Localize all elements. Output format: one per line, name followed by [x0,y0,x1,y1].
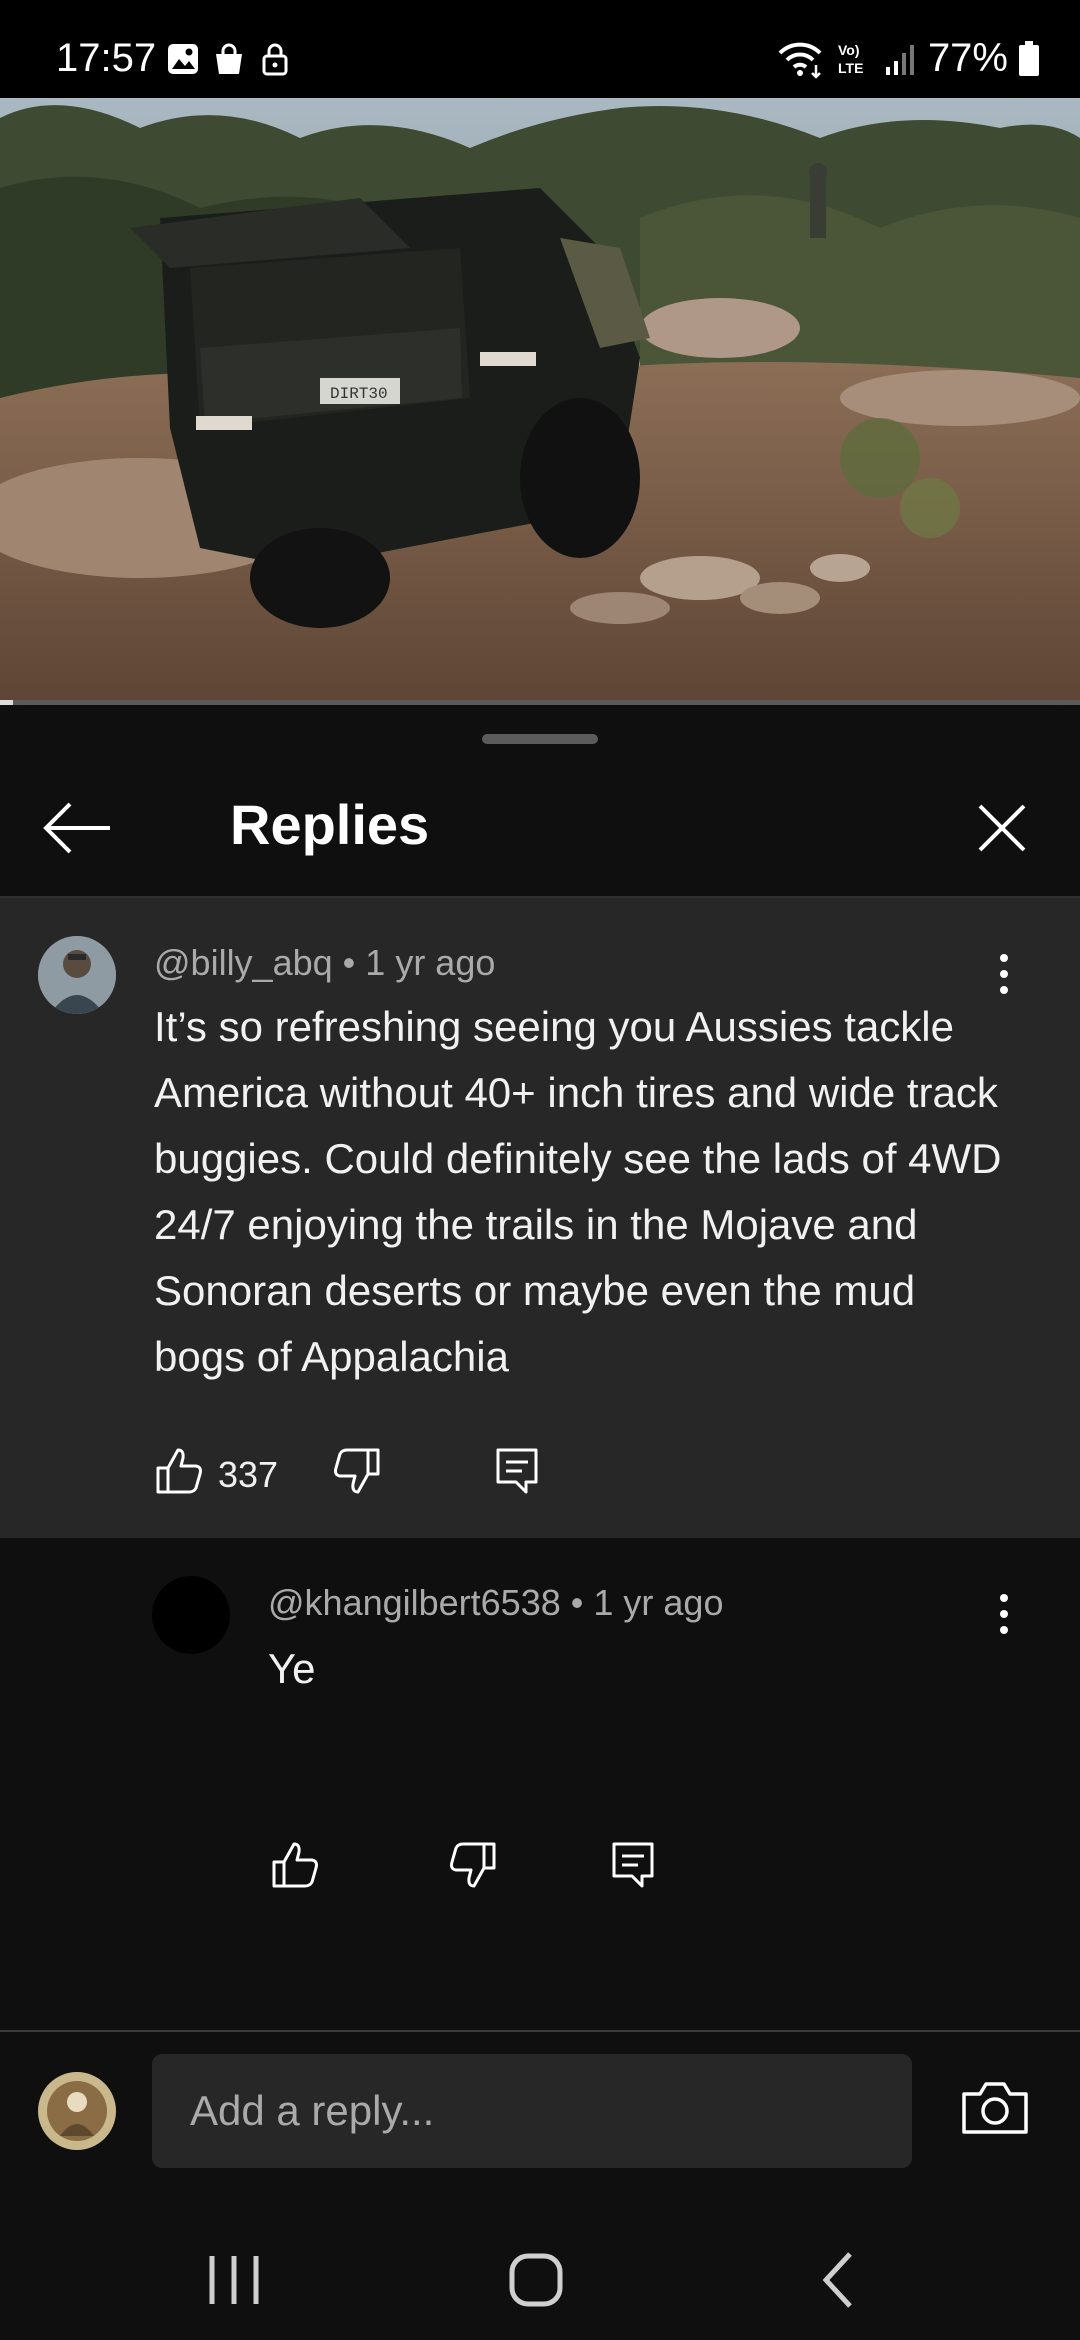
like-count: 337 [218,1454,279,1495]
more-options-icon[interactable] [994,1592,1014,1636]
like-icon[interactable] [152,1444,206,1498]
signal-icon [885,44,914,75]
reply-time: 1 yr ago [593,1582,724,1623]
video-progress-fill [0,700,13,705]
comment-author[interactable]: @billy_abq [154,942,333,983]
svg-text:Vo): Vo) [838,42,860,58]
reply-text: Ye [268,1645,316,1692]
gallery-icon [168,44,198,74]
reply-input[interactable]: Add a reply... [152,2054,912,2168]
reply-icon[interactable] [606,1838,660,1892]
avatar[interactable] [38,936,116,1014]
video-plate-text: DIRT30 [330,385,388,403]
recent-apps-icon[interactable] [174,2220,294,2340]
shopping-bag-icon [216,43,242,74]
status-icons-left [166,42,292,76]
video-frame: DIRT30 [0,98,1080,702]
avatar[interactable] [152,1576,230,1654]
home-icon[interactable] [476,2220,596,2340]
back-nav-icon[interactable] [780,2220,900,2340]
comment-text: It’s so refreshing seeing you Aussies ta… [154,1003,1002,1380]
comment-time: 1 yr ago [365,942,496,983]
more-options-icon[interactable] [994,952,1014,996]
drag-handle[interactable] [482,734,598,744]
video-progress-bar[interactable] [0,700,1080,705]
user-avatar [38,2072,116,2150]
battery-percent: 77% [927,36,1008,80]
reply-author[interactable]: @khangilbert6538 [268,1582,561,1623]
lock-icon [262,43,288,76]
wifi-icon [778,42,822,79]
status-icons-right: Vo) LTE 77% [776,36,1040,81]
system-navigation-bar [0,2220,1080,2340]
reply-comment: @khangilbert6538 • 1 yr ago Ye [0,1538,1080,2038]
reply-icon[interactable] [490,1444,544,1498]
meta-separator: • [342,942,356,983]
like-icon[interactable] [268,1838,322,1892]
dislike-icon[interactable] [330,1444,384,1498]
avatar-image [38,936,116,1014]
battery-icon [1019,40,1039,76]
composer-divider [0,2030,1080,2032]
meta-separator: • [570,1582,584,1623]
svg-text:LTE: LTE [838,60,863,76]
close-icon[interactable] [970,796,1034,860]
reply-meta: @khangilbert6538 • 1 yr ago [268,1582,723,1624]
camera-icon[interactable] [960,2078,1030,2138]
status-bar: 17:57 Vo) LTE 77% [0,0,1080,98]
panel-title: Replies [230,793,430,856]
replies-panel: Replies @billy_abq • 1 yr ago It’s so re… [0,708,1080,2340]
highlighted-comment: @billy_abq • 1 yr ago It’s so refreshing… [0,898,1080,1538]
user-avatar-image [38,2072,116,2150]
back-arrow-icon[interactable] [40,798,116,858]
dislike-icon[interactable] [446,1838,500,1892]
video-player[interactable]: DIRT30 [0,98,1080,702]
status-time: 17:57 [56,36,157,80]
volte-icon: Vo) LTE [838,42,863,76]
comment-meta: @billy_abq • 1 yr ago [154,942,495,984]
